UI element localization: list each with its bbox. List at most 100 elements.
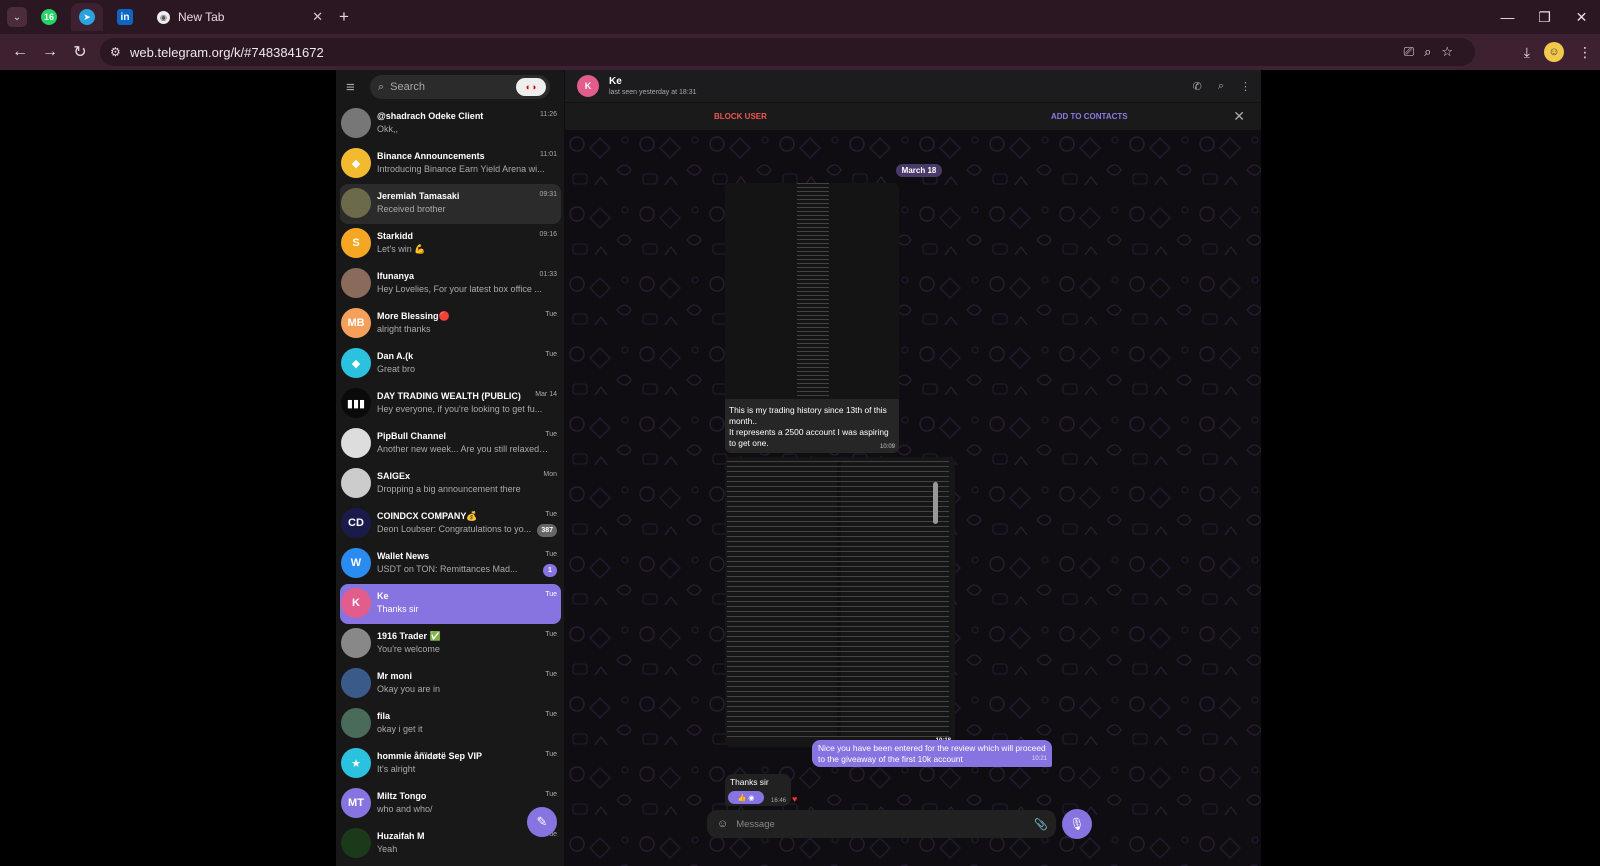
chat-preview: Introducing Binance Earn Yield Arena wi.… bbox=[377, 164, 545, 174]
tab-search-button[interactable]: ⌄ bbox=[7, 7, 27, 27]
chat-preview: alright thanks bbox=[377, 324, 431, 334]
message-photo-1[interactable]: This is my trading history since 13th of… bbox=[725, 183, 899, 453]
chat-preview: Deon Loubser: Congratulations to yo... bbox=[377, 524, 532, 534]
unread-badge: 387 bbox=[537, 524, 557, 537]
chat-list-item[interactable]: ▮▮▮ DAY TRADING WEALTH (PUBLIC) Hey everyo… bbox=[336, 384, 564, 424]
chat-list-item[interactable]: fila okay i get it Tue bbox=[336, 704, 564, 744]
tab-whatsapp[interactable]: 16 bbox=[33, 3, 65, 31]
chat-time: Tue bbox=[545, 551, 557, 558]
address-bar: ← → ↻ ⚙ web.telegram.org/k/#7483841672 ⎚… bbox=[0, 34, 1600, 70]
tab-new-tab[interactable]: ◉ New Tab ✕ bbox=[145, 3, 331, 31]
chat-avatar: MB bbox=[341, 308, 371, 338]
tab-linkedin[interactable]: in bbox=[109, 3, 141, 31]
forward-button[interactable]: → bbox=[36, 38, 64, 66]
microphone-button[interactable]: 🎙 bbox=[1062, 809, 1092, 839]
reaction-thumbs-up[interactable]: 👍 ◉ bbox=[728, 791, 764, 804]
download-icon[interactable]: ⤓ bbox=[1524, 44, 1530, 61]
message-time: 10:09 bbox=[879, 444, 895, 450]
trading-records-screenshot bbox=[727, 461, 949, 737]
chat-avatar: ▮▮▮ bbox=[341, 388, 371, 418]
chat-time: Tue bbox=[545, 711, 557, 718]
attach-icon[interactable]: 📎 bbox=[1034, 818, 1048, 831]
hamburger-menu-icon[interactable]: ≡ bbox=[346, 79, 362, 96]
chat-list-item[interactable]: PipBull Channel Another new week... Are y… bbox=[336, 424, 564, 464]
chat-list-item[interactable]: Jeremiah Tamasaki Received brother 09:31 bbox=[340, 184, 561, 224]
chat-list-item[interactable]: Ifunanya Hey Lovelies, For your latest bo… bbox=[336, 264, 564, 304]
chat-list: @shadrach Odeke Client Okk,, 11:26 ◆ Binance… bbox=[336, 104, 564, 866]
tab-telegram[interactable]: ➤ bbox=[71, 3, 103, 31]
chat-list-item[interactable]: S Starkidd Let's win 💪 09:16 bbox=[336, 224, 564, 264]
search-chat-icon[interactable]: ⌕ bbox=[1218, 80, 1224, 93]
chat-list-item[interactable]: Mr moni Okay you are in Tue bbox=[336, 664, 564, 704]
more-options-icon[interactable]: ⋮ bbox=[1240, 80, 1251, 93]
back-button[interactable]: ← bbox=[6, 38, 34, 66]
chat-list-item[interactable]: SAIGEx Dropping a big announcement there M… bbox=[336, 464, 564, 504]
omnibox-actions: ⎚ ⌕ ☆ bbox=[1404, 38, 1453, 66]
chat-name: Jeremiah Tamasaki bbox=[377, 191, 460, 201]
bookmark-star-icon[interactable]: ☆ bbox=[1441, 44, 1453, 60]
chat-scrollbar[interactable] bbox=[933, 482, 938, 524]
linkedin-icon: in bbox=[117, 9, 133, 25]
close-icon[interactable]: ✕ bbox=[1233, 108, 1245, 125]
contact-avatar[interactable]: K bbox=[577, 75, 599, 97]
incoming-message[interactable]: Thanks sir 👍 ◉ 16:46 bbox=[725, 774, 791, 806]
chat-list-item[interactable]: W Wallet News USDT on TON: Remittances Mad… bbox=[336, 544, 564, 584]
search-placeholder: Search bbox=[390, 81, 426, 93]
chat-list-item[interactable]: ◆ Binance Announcements Introducing Binanc… bbox=[336, 144, 564, 184]
add-to-contacts-button[interactable]: ADD TO CONTACTS bbox=[1051, 112, 1128, 121]
chat-avatar bbox=[341, 828, 371, 858]
search-input[interactable]: ⌕ Search ◐◑ bbox=[370, 75, 550, 99]
zoom-icon[interactable]: ⌕ bbox=[1424, 44, 1431, 60]
new-message-button[interactable]: ✎ bbox=[527, 807, 557, 837]
chat-preview: Let's win 💪 bbox=[377, 244, 426, 254]
chat-list-item[interactable]: ★ hommie åñïdøtë Sep VIP It's alright Tue bbox=[336, 744, 564, 784]
chat-time: Tue bbox=[545, 631, 557, 638]
reload-button[interactable]: ↻ bbox=[66, 38, 94, 66]
block-user-button[interactable]: BLOCK USER bbox=[714, 112, 767, 121]
profile-avatar[interactable]: ☺ bbox=[1544, 42, 1564, 62]
chat-preview: Okay you are in bbox=[377, 684, 441, 694]
close-window-button[interactable]: ✕ bbox=[1563, 0, 1600, 34]
chat-header[interactable]: K Ke last seen yesterday at 18:31 ✆ ⌕ ⋮ bbox=[565, 70, 1261, 102]
chat-time: 09:31 bbox=[539, 191, 557, 198]
chat-name: 1916 Trader ✅ bbox=[377, 631, 441, 641]
chat-avatar bbox=[341, 468, 371, 498]
menu-kebab-icon[interactable]: ⋮ bbox=[1578, 44, 1592, 61]
minimize-button[interactable]: — bbox=[1489, 0, 1526, 34]
chat-avatar bbox=[341, 708, 371, 738]
message-text: Thanks sir bbox=[730, 777, 769, 787]
outgoing-message[interactable]: Nice you have been entered for the revie… bbox=[812, 740, 1052, 767]
chat-time: 01:33 bbox=[539, 271, 557, 278]
chat-name: DAY TRADING WEALTH (PUBLIC) bbox=[377, 391, 521, 401]
chat-list-item[interactable]: CD COINDCX COMPANY💰 Deon Loubser: Congratu… bbox=[336, 504, 564, 544]
telegram-app: ≡ ⌕ Search ◐◑ @shadrach Odeke Client Okk,… bbox=[0, 70, 1600, 866]
chat-list-item[interactable]: 1916 Trader ✅ You're welcome Tue bbox=[336, 624, 564, 664]
header-actions: ✆ ⌕ ⋮ bbox=[1193, 70, 1251, 102]
install-app-icon[interactable]: ⎚ bbox=[1404, 44, 1414, 60]
chat-avatar bbox=[341, 668, 371, 698]
chat-list-item[interactable]: ◆ Dan A.(k Great bro Tue bbox=[336, 344, 564, 384]
trading-history-screenshot[interactable] bbox=[725, 183, 899, 399]
contact-name: Ke bbox=[609, 76, 622, 87]
chat-list-item[interactable]: MB More Blessing🔴 alright thanks Tue bbox=[336, 304, 564, 344]
message-photo-2[interactable]: 10:18 bbox=[725, 457, 955, 747]
new-tab-button[interactable]: + bbox=[339, 7, 349, 27]
heart-reaction-icon[interactable]: ♥ bbox=[792, 794, 797, 804]
caption-line-1: This is my trading history since 13th of… bbox=[729, 405, 887, 426]
message-input[interactable]: ☺ Message 📎 bbox=[707, 810, 1056, 838]
site-info-icon[interactable]: ⚙ bbox=[110, 45, 128, 59]
chat-time: Tue bbox=[545, 791, 557, 798]
phone-icon[interactable]: ✆ bbox=[1193, 80, 1202, 93]
stories-avatars[interactable]: ◐◑ bbox=[516, 78, 546, 96]
chat-preview: Dropping a big announcement there bbox=[377, 484, 521, 494]
chat-list-item[interactable]: K Ke Thanks sir Tue bbox=[340, 584, 561, 624]
url-field[interactable]: ⚙ web.telegram.org/k/#7483841672 ⎚ ⌕ ☆ bbox=[100, 38, 1475, 66]
screenshot-column bbox=[797, 183, 829, 399]
chrome-icon: ◉ bbox=[157, 10, 170, 24]
emoji-icon[interactable]: ☺ bbox=[717, 818, 728, 830]
chat-name: More Blessing🔴 bbox=[377, 311, 450, 321]
restore-button[interactable]: ❐ bbox=[1526, 0, 1563, 34]
close-tab-icon[interactable]: ✕ bbox=[312, 9, 323, 25]
chat-time: Tue bbox=[545, 591, 557, 598]
chat-list-item[interactable]: @shadrach Odeke Client Okk,, 11:26 bbox=[336, 104, 564, 144]
